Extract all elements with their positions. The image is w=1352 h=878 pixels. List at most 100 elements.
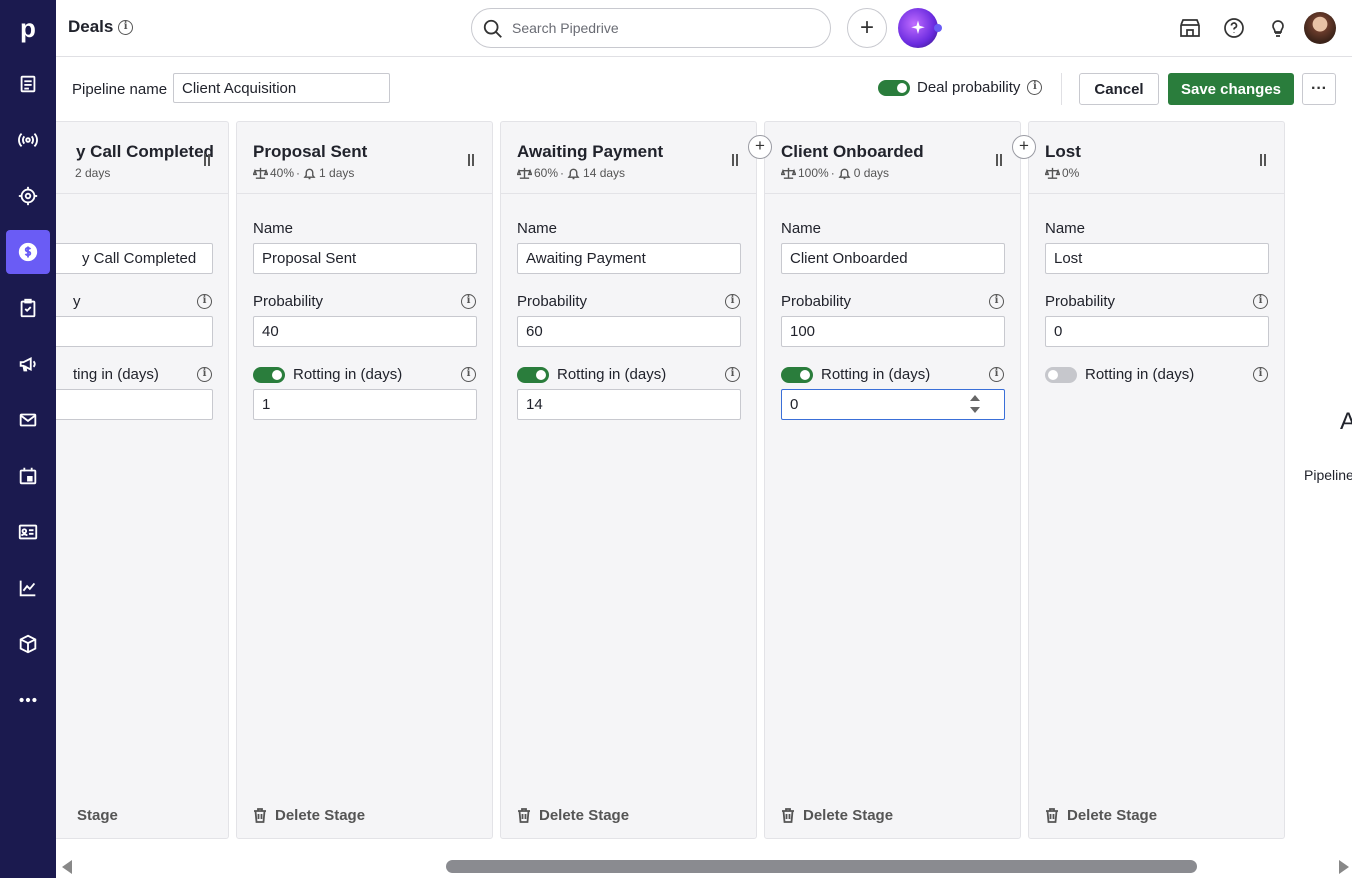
info-icon[interactable]: i	[197, 367, 212, 382]
dollar-icon[interactable]	[6, 230, 50, 274]
deal-probability-label: Deal probability	[917, 79, 1021, 96]
delete-stage-button[interactable]: Delete Stage	[781, 807, 893, 824]
delete-stage-button[interactable]: Delete Stage	[517, 807, 629, 824]
delete-stage-button[interactable]: Delete Stage	[1045, 807, 1157, 824]
chart-icon[interactable]	[6, 566, 50, 610]
contacts-card-icon[interactable]	[6, 510, 50, 554]
stage-column: Lost 0% Name Probability i Rotting in (d…	[1028, 121, 1285, 839]
document-icon[interactable]	[6, 62, 50, 106]
horizontal-scrollbar[interactable]	[56, 855, 1352, 878]
meta-separator: ·	[296, 166, 301, 180]
more-options-button[interactable]: ···	[1302, 73, 1336, 105]
stage-name-input[interactable]	[253, 243, 477, 274]
info-icon[interactable]: i	[725, 367, 740, 382]
info-icon[interactable]: i	[725, 294, 740, 309]
megaphone-icon[interactable]	[6, 342, 50, 386]
trash-icon	[518, 808, 530, 823]
rotting-input[interactable]	[781, 389, 1005, 420]
stage-name-input[interactable]	[1045, 243, 1269, 274]
ai-assistant-button[interactable]	[898, 8, 942, 48]
cancel-button[interactable]: Cancel	[1079, 73, 1159, 105]
stage-title: Awaiting Payment	[517, 142, 664, 161]
stage-meta: 60% · 14 days	[517, 166, 625, 180]
stage-title: y Call Completed	[76, 142, 214, 161]
stepper-up-icon[interactable]	[970, 395, 980, 401]
calendar-icon[interactable]	[6, 454, 50, 498]
stage-header: Client Onboarded 100% · 0 days	[765, 122, 1020, 194]
probability-label: Probability	[1045, 293, 1116, 310]
sparkle-icon	[911, 20, 925, 34]
stage-name-input[interactable]: y Call Completed	[56, 243, 213, 274]
info-icon[interactable]: i	[118, 20, 134, 36]
stage-probability-meta: 40%	[270, 166, 295, 180]
stage-name-input[interactable]	[781, 243, 1005, 274]
delete-stage-button[interactable]: Delete Stage	[253, 807, 365, 824]
box-icon[interactable]	[6, 622, 50, 666]
scroll-right-icon[interactable]	[1339, 860, 1349, 874]
rotting-label: Rotting in (days)	[1085, 366, 1195, 383]
info-icon[interactable]: i	[1253, 294, 1268, 309]
help-icon[interactable]	[1222, 16, 1246, 45]
clipboard-check-icon[interactable]	[6, 286, 50, 330]
delete-stage-label: Stage	[77, 807, 118, 824]
rotting-input[interactable]	[56, 389, 213, 420]
rotting-input[interactable]	[517, 389, 741, 420]
target-icon[interactable]	[6, 174, 50, 218]
page-title: Deals	[68, 17, 114, 36]
info-icon[interactable]: i	[989, 294, 1004, 309]
rotting-toggle[interactable]	[1045, 366, 1077, 383]
more-horizontal-icon[interactable]	[6, 678, 50, 722]
search-box[interactable]	[471, 8, 831, 48]
stepper-down-icon[interactable]	[970, 407, 980, 413]
rotting-toggle[interactable]	[253, 366, 285, 383]
search-input[interactable]	[512, 18, 812, 38]
scroll-left-icon[interactable]	[62, 860, 72, 874]
add-button[interactable]: +	[847, 8, 887, 48]
probability-input[interactable]	[517, 316, 741, 347]
stage-column: Proposal Sent 40% · 1 days Name Probabil…	[236, 121, 493, 839]
info-icon[interactable]: i	[461, 367, 476, 382]
lightbulb-icon[interactable]	[1266, 16, 1290, 45]
stage-column: y Call Completed 2 days y Call Completed…	[56, 121, 229, 839]
pipeline-name-input[interactable]	[173, 73, 390, 103]
probability-label: y	[73, 293, 81, 310]
stage-probability-meta: 100%	[798, 166, 829, 180]
broadcast-icon[interactable]	[6, 118, 50, 162]
avatar[interactable]	[1304, 12, 1336, 44]
mail-icon[interactable]	[6, 398, 50, 442]
deal-probability-toggle[interactable]	[878, 79, 910, 96]
page-title-row: Deals i	[68, 17, 134, 37]
drag-handle-icon[interactable]	[204, 154, 210, 166]
info-icon[interactable]: i	[461, 294, 476, 309]
rotting-toggle[interactable]	[781, 366, 813, 383]
probability-input[interactable]	[56, 316, 213, 347]
delete-stage-button[interactable]: Stage	[77, 807, 118, 824]
delete-stage-label: Delete Stage	[275, 807, 366, 824]
info-icon[interactable]: i	[1253, 367, 1268, 382]
info-icon[interactable]: i	[989, 367, 1004, 382]
drag-handle-icon[interactable]	[468, 154, 474, 166]
drag-handle-icon[interactable]	[1260, 154, 1266, 166]
drag-handle-icon[interactable]	[996, 154, 1002, 166]
probability-input[interactable]	[253, 316, 477, 347]
trash-icon	[254, 808, 266, 823]
scrollbar-thumb[interactable]	[446, 860, 1197, 873]
add-stage-button[interactable]: +	[1012, 135, 1036, 159]
pipeline-settings-bar: Pipeline name Deal probability i Cancel …	[56, 57, 1352, 121]
drag-handle-icon[interactable]	[732, 154, 738, 166]
add-stage-button[interactable]: +	[748, 135, 772, 159]
rotting-toggle[interactable]	[517, 366, 549, 383]
pipedrive-logo[interactable]: p	[0, 0, 56, 56]
marketplace-icon[interactable]	[1178, 16, 1202, 45]
stage-rotting-meta: 0 days	[853, 166, 890, 180]
stage-title: Client Onboarded	[781, 142, 924, 161]
save-changes-button[interactable]: Save changes	[1168, 73, 1294, 105]
info-icon[interactable]: i	[1027, 80, 1043, 95]
stage-header: Lost 0%	[1029, 122, 1284, 194]
stage-name-input[interactable]	[517, 243, 741, 274]
name-label: Name	[253, 220, 294, 237]
probability-input[interactable]	[1045, 316, 1269, 347]
rotting-input[interactable]	[253, 389, 477, 420]
info-icon[interactable]: i	[197, 294, 212, 309]
probability-input[interactable]	[781, 316, 1005, 347]
